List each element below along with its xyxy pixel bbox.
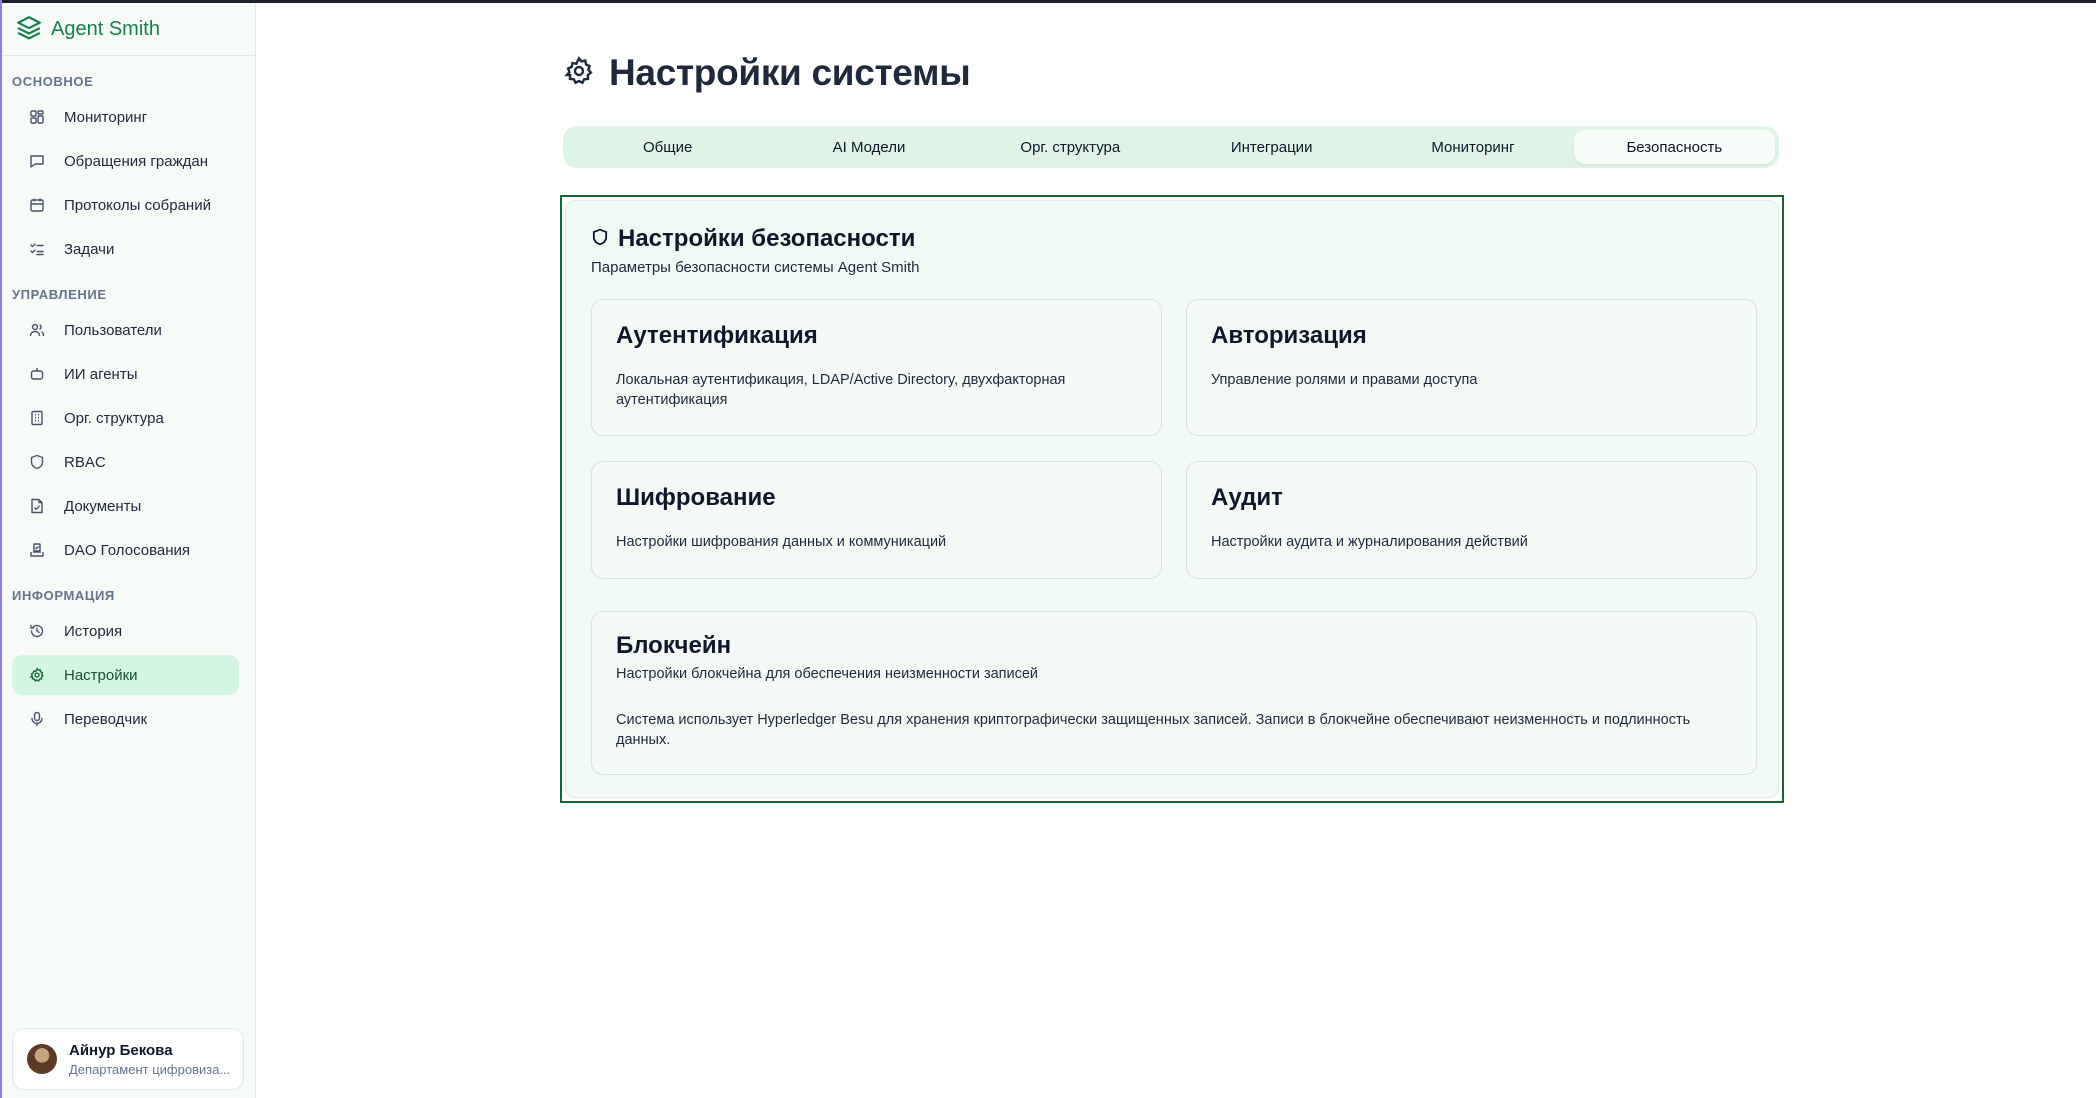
sidebar-item-rbac[interactable]: RBAC bbox=[12, 442, 239, 482]
card-encryption[interactable]: Шифрование Настройки шифрования данных и… bbox=[591, 461, 1162, 579]
security-settings-panel: Настройки безопасности Параметры безопас… bbox=[560, 195, 1784, 803]
sidebar-item-documents[interactable]: Документы bbox=[12, 486, 239, 526]
section-title-info: ИНФОРМАЦИЯ bbox=[12, 588, 115, 603]
settings-tabs: Общие AI Модели Орг. структура Интеграци… bbox=[563, 126, 1779, 168]
sidebar-item-history[interactable]: История bbox=[12, 611, 239, 651]
card-authentication[interactable]: Аутентификация Локальная аутентификация,… bbox=[591, 299, 1162, 436]
sidebar-item-label: Документы bbox=[64, 497, 142, 515]
users-icon bbox=[28, 321, 46, 339]
sidebar-item-translator[interactable]: Переводчик bbox=[12, 699, 239, 739]
card-description: Локальная аутентификация, LDAP/Active Di… bbox=[616, 372, 1066, 408]
page-header: Настройки системы bbox=[563, 52, 971, 94]
brand[interactable]: Agent Smith bbox=[2, 3, 255, 56]
sidebar-item-label: RBAC bbox=[64, 453, 106, 471]
checklist-icon bbox=[28, 240, 46, 258]
sidebar-item-users[interactable]: Пользователи bbox=[12, 310, 239, 350]
sidebar-item-appeals[interactable]: Обращения граждан bbox=[12, 141, 239, 181]
sidebar-item-label: DAO Голосования bbox=[64, 541, 191, 559]
brand-name: Agent Smith bbox=[51, 17, 160, 40]
page-title: Настройки системы bbox=[609, 52, 971, 93]
settings-icon bbox=[28, 666, 46, 684]
sidebar-item-protocols[interactable]: Протоколы собраний bbox=[12, 185, 239, 225]
card-title: Шифрование bbox=[616, 484, 776, 511]
user-name: Айнур Бекова bbox=[69, 1041, 173, 1059]
tab-org-structure[interactable]: Орг. структура bbox=[970, 130, 1171, 164]
card-authorization[interactable]: Авторизация Управление ролями и правами … bbox=[1186, 299, 1757, 436]
sidebar-item-label: История bbox=[64, 622, 123, 640]
settings-icon bbox=[563, 55, 595, 92]
sidebar-item-tasks[interactable]: Задачи bbox=[12, 229, 239, 269]
sidebar: Agent Smith ОСНОВНОЕ Мониторинг Обращени… bbox=[2, 3, 256, 1098]
history-icon bbox=[28, 622, 46, 640]
sidebar-item-settings[interactable]: Настройки bbox=[12, 655, 239, 695]
vote-icon bbox=[28, 541, 46, 559]
grid-icon bbox=[28, 108, 46, 126]
card-title: Блокчейн bbox=[616, 632, 732, 659]
bot-icon bbox=[28, 365, 46, 383]
card-description: Управление ролями и правами доступа bbox=[1211, 372, 1478, 388]
user-profile-card[interactable]: Айнур Бекова Департамент цифровиза... bbox=[12, 1028, 244, 1090]
shield-icon bbox=[28, 453, 46, 471]
sidebar-item-dao-voting[interactable]: DAO Голосования bbox=[12, 530, 239, 570]
card-description: Настройки шифрования данных и коммуникац… bbox=[616, 534, 947, 550]
card-note: Система использует Hyperledger Besu для … bbox=[616, 712, 1691, 748]
layers-icon bbox=[16, 14, 42, 45]
sidebar-item-label: Орг. структура bbox=[64, 409, 164, 427]
sidebar-item-label: Задачи bbox=[64, 240, 115, 258]
sidebar-item-label: Настройки bbox=[64, 666, 138, 684]
sidebar-item-org-structure[interactable]: Орг. структура bbox=[12, 398, 239, 438]
window-top-border bbox=[0, 0, 2096, 3]
shield-icon bbox=[591, 228, 609, 251]
sidebar-item-ai-agents[interactable]: ИИ агенты bbox=[12, 354, 239, 394]
message-square-icon bbox=[28, 152, 46, 170]
sidebar-item-label: Переводчик bbox=[64, 710, 148, 728]
file-check-icon bbox=[28, 497, 46, 515]
card-blockchain[interactable]: Блокчейн Настройки блокчейна для обеспеч… bbox=[591, 611, 1757, 775]
window-left-border bbox=[0, 0, 2, 1098]
sidebar-item-monitoring[interactable]: Мониторинг bbox=[12, 97, 239, 137]
avatar bbox=[27, 1044, 57, 1074]
card-title: Авторизация bbox=[1211, 322, 1367, 349]
sidebar-item-label: Пользователи bbox=[64, 321, 162, 339]
sidebar-item-label: Протоколы собраний bbox=[64, 196, 211, 214]
panel-subtitle: Параметры безопасности системы Agent Smi… bbox=[591, 259, 920, 276]
sidebar-item-label: ИИ агенты bbox=[64, 365, 138, 383]
sidebar-item-label: Мониторинг bbox=[64, 108, 148, 126]
tab-ai-models[interactable]: AI Модели bbox=[768, 130, 969, 164]
building-icon bbox=[28, 409, 46, 427]
tab-security[interactable]: Безопасность bbox=[1573, 130, 1775, 164]
card-description: Настройки аудита и журналирования действ… bbox=[1211, 534, 1528, 550]
tab-monitoring[interactable]: Мониторинг bbox=[1372, 130, 1573, 164]
tab-integrations[interactable]: Интеграции bbox=[1171, 130, 1372, 164]
panel-title: Настройки безопасности bbox=[618, 225, 916, 252]
calendar-icon bbox=[28, 196, 46, 214]
user-department: Департамент цифровиза... bbox=[69, 1061, 231, 1077]
tab-general[interactable]: Общие bbox=[567, 130, 768, 164]
card-description: Настройки блокчейна для обеспечения неиз… bbox=[616, 666, 1039, 682]
sidebar-item-label: Обращения граждан bbox=[64, 152, 208, 170]
section-title-main: ОСНОВНОЕ bbox=[12, 74, 94, 89]
mic-icon bbox=[28, 710, 46, 728]
card-title: Аудит bbox=[1211, 484, 1283, 511]
card-audit[interactable]: Аудит Настройки аудита и журналирования … bbox=[1186, 461, 1757, 579]
card-title: Аутентификация bbox=[616, 322, 818, 349]
section-title-management: УПРАВЛЕНИЕ bbox=[12, 287, 107, 302]
